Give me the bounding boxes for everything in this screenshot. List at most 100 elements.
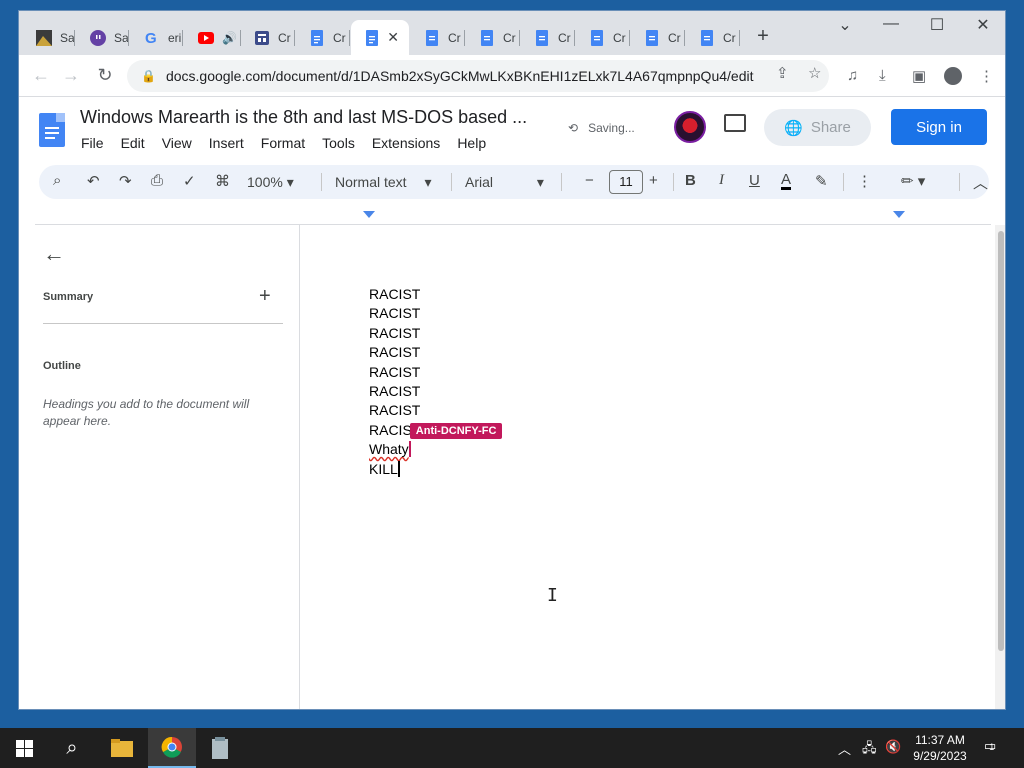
search-menus-icon[interactable]: ⌕	[53, 172, 61, 189]
minimize-button[interactable]: —	[871, 15, 911, 33]
document-title[interactable]: Windows Marearth is the 8th and last MS-…	[80, 107, 527, 128]
paint-format-icon[interactable]: ⌘	[215, 172, 230, 190]
tab-2[interactable]: Sa	[77, 20, 129, 55]
doc-line[interactable]: RACIST	[369, 285, 502, 304]
menu-view[interactable]: View	[162, 135, 192, 151]
tab-label: Cr	[668, 30, 681, 45]
doc-line[interactable]: RACIST	[369, 363, 502, 382]
tab-1[interactable]: Sa	[23, 20, 75, 55]
tab-10[interactable]: Cr	[521, 20, 575, 55]
left-indent-marker[interactable]	[363, 211, 375, 218]
search-icon[interactable]: ⌕	[48, 728, 96, 768]
tab-3[interactable]: G eri	[131, 20, 183, 55]
mouse-ibeam-cursor: I	[547, 585, 558, 606]
font-size-input[interactable]: 11	[609, 170, 643, 194]
tab-6[interactable]: Cr	[296, 20, 350, 55]
menu-tools[interactable]: Tools	[322, 135, 355, 151]
bookmark-star-icon[interactable]: ☆	[808, 64, 821, 82]
close-outline-arrow-icon[interactable]: ←	[43, 241, 65, 267]
tab-4[interactable]: 🔊	[185, 20, 241, 55]
editing-mode-icon[interactable]: ✏ ▾	[901, 172, 925, 190]
scrollbar-thumb[interactable]	[998, 231, 1004, 651]
increase-font-size-icon[interactable]: +	[649, 172, 658, 189]
decrease-font-size-icon[interactable]: −	[585, 172, 594, 189]
menu-extensions[interactable]: Extensions	[372, 135, 440, 151]
tab-8[interactable]: Cr	[411, 20, 465, 55]
start-button[interactable]	[0, 728, 48, 768]
bold-button[interactable]: B	[685, 172, 696, 189]
menu-help[interactable]: Help	[457, 135, 486, 151]
undo-icon[interactable]: ↶	[87, 172, 100, 190]
menu-insert[interactable]: Insert	[209, 135, 244, 151]
tab-11[interactable]: Cr	[576, 20, 630, 55]
sign-in-button[interactable]: Sign in	[891, 109, 987, 145]
chrome-menu-icon[interactable]: ⋮	[979, 67, 994, 85]
doc-line[interactable]: RACIST	[369, 382, 502, 401]
chevron-down-icon: ▾	[536, 174, 544, 190]
doc-line[interactable]: Whaty	[369, 440, 502, 459]
download-icon[interactable]: ⤓	[879, 67, 886, 84]
lock-icon[interactable]: 🔒	[141, 69, 156, 83]
clock-time: 11:37 AM	[915, 733, 965, 747]
tab-12[interactable]: Cr	[631, 20, 685, 55]
more-options-icon[interactable]: ⋮	[857, 172, 872, 190]
taskbar-clock[interactable]: 11:37 AM 9/29/2023	[906, 732, 974, 764]
audio-playing-icon[interactable]: 🔊	[222, 31, 237, 45]
doc-line[interactable]: KILL	[369, 460, 502, 479]
document-body[interactable]: RACIST RACIST RACIST RACIST RACIST RACIS…	[369, 285, 503, 479]
tab-5[interactable]: Cr	[241, 20, 295, 55]
doc-line[interactable]: RACIST	[369, 324, 502, 343]
tab-active[interactable]: ✕	[351, 20, 409, 55]
file-explorer-icon[interactable]	[98, 728, 146, 768]
hide-menus-chevron-icon[interactable]: ︿	[973, 172, 988, 193]
document-canvas[interactable]: RACIST RACIST RACIST RACIST RACIST RACIS…	[301, 225, 995, 709]
share-page-icon[interactable]: ⇪	[776, 64, 789, 82]
doc-line[interactable]: RACIS Anti-DCNFY-FC	[369, 421, 503, 440]
tab-search-chevron-icon[interactable]: ⌄	[825, 15, 865, 35]
redo-icon[interactable]: ↷	[119, 172, 132, 190]
text-color-button[interactable]: A	[781, 172, 792, 190]
doc-line[interactable]: RACIST	[369, 401, 502, 420]
close-window-button[interactable]: ✕	[963, 15, 1003, 35]
url-input[interactable]: 🔒 docs.google.com/document/d/1DASmb2xSyG…	[127, 60, 829, 92]
side-panel-icon[interactable]: ▣	[912, 67, 926, 85]
zoom-select[interactable]: 100% ▾	[247, 174, 294, 191]
highlight-pen-icon[interactable]: ✎	[815, 172, 828, 190]
misspelled-word[interactable]: Whaty	[369, 441, 409, 457]
add-summary-icon[interactable]: +	[259, 285, 271, 308]
comment-icon[interactable]	[724, 114, 746, 132]
right-indent-marker[interactable]	[893, 211, 905, 218]
sync-icon: ⟲	[568, 121, 579, 135]
doc-line[interactable]: RACIST	[369, 343, 502, 362]
chrome-taskbar-icon[interactable]	[148, 728, 196, 768]
doc-line[interactable]: RACIST	[369, 304, 502, 323]
tab-13[interactable]: Cr	[686, 20, 740, 55]
app-taskbar-icon[interactable]	[196, 728, 244, 768]
maximize-button[interactable]: ☐	[917, 15, 957, 35]
font-select[interactable]: Arial ▾	[465, 174, 544, 191]
share-button[interactable]: 🌐 Share	[764, 109, 871, 146]
underline-button[interactable]: U	[749, 172, 760, 189]
show-hidden-icons-chevron[interactable]: ︿	[838, 739, 851, 758]
menu-file[interactable]: File	[81, 135, 104, 151]
profile-icon[interactable]	[944, 67, 962, 85]
network-icon[interactable]: 🖧	[862, 739, 877, 761]
collaborator-avatar[interactable]	[674, 111, 706, 143]
reload-icon[interactable]: ↻	[93, 65, 117, 86]
volume-muted-icon[interactable]: 🔇	[885, 739, 901, 755]
menu-edit[interactable]: Edit	[121, 135, 145, 151]
media-control-icon[interactable]: ♫	[847, 67, 858, 84]
style-select[interactable]: Normal text ▾	[335, 174, 432, 191]
print-icon[interactable]: ⎙	[151, 172, 163, 189]
menu-format[interactable]: Format	[261, 135, 305, 151]
spellcheck-icon[interactable]: ✓	[183, 172, 196, 190]
vertical-scrollbar[interactable]	[995, 225, 1005, 709]
back-icon[interactable]: ←	[29, 65, 53, 86]
tab-9[interactable]: Cr	[466, 20, 520, 55]
close-tab-icon[interactable]: ✕	[387, 29, 399, 46]
new-tab-button[interactable]: +	[751, 25, 775, 48]
docs-logo-icon[interactable]	[39, 113, 65, 147]
italic-button[interactable]: I	[719, 172, 724, 189]
notification-icon[interactable]: ▭1	[984, 738, 996, 754]
forward-icon[interactable]: →	[59, 65, 83, 86]
